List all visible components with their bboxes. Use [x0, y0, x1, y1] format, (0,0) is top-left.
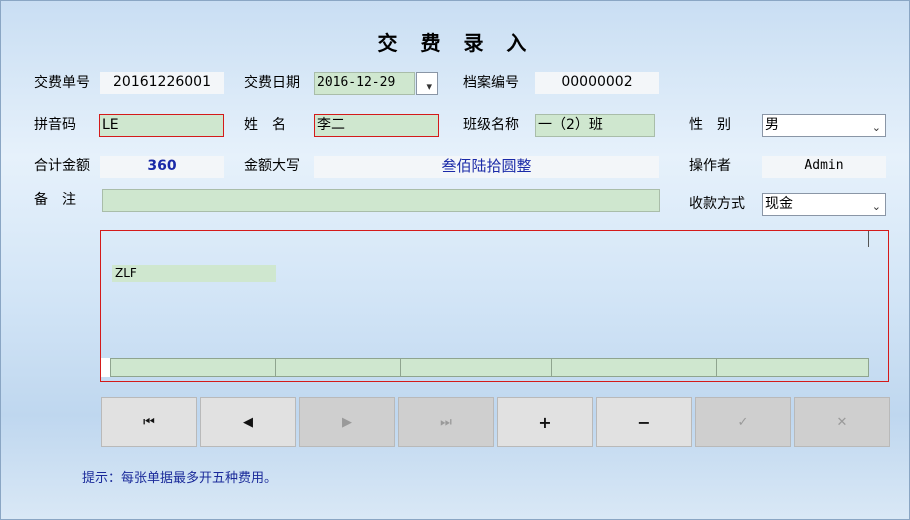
archive-no-label: 档案编号	[463, 75, 519, 91]
receipt-no-label: 交费单号	[34, 75, 90, 91]
cancel-icon: ✕	[836, 414, 848, 430]
first-icon: ⏮	[143, 414, 155, 430]
fee-code-editor[interactable]: ZLF	[112, 265, 276, 282]
grid-cell[interactable]	[275, 358, 401, 377]
class-field[interactable]: 一（2）班	[535, 114, 655, 137]
grid-cell[interactable]	[551, 358, 717, 377]
archive-no-field[interactable]: 00000002	[535, 72, 659, 94]
pay-method-label: 收款方式	[689, 196, 745, 212]
date-picker-button[interactable]: ▾	[416, 72, 438, 95]
chevron-down-icon: ⌄	[871, 200, 881, 213]
amount-upper-label: 金额大写	[244, 158, 300, 174]
amount-upper-field: 叁佰陆拾圆整	[314, 156, 659, 178]
operator-field: Admin	[762, 156, 886, 178]
confirm-button[interactable]: ✓	[695, 397, 791, 447]
remark-input[interactable]	[102, 189, 660, 212]
grid-cell[interactable]	[400, 358, 552, 377]
plus-icon: +	[538, 412, 552, 432]
cancel-button[interactable]: ✕	[794, 397, 890, 447]
first-record-button[interactable]: ⏮	[101, 397, 197, 447]
pay-date-label: 交费日期	[244, 75, 300, 91]
pay-date-field[interactable]: 2016-12-29	[314, 72, 415, 95]
grid-cell[interactable]	[110, 358, 276, 377]
form-title: 交 费 录 入	[377, 31, 535, 55]
fee-entry-window: 交 费 录 入 交费单号 20161226001 交费日期 2016-12-29…	[0, 0, 910, 520]
delete-record-button[interactable]: −	[596, 397, 692, 447]
chevron-down-icon: ▾	[426, 80, 432, 93]
prev-icon: ◀	[243, 414, 253, 430]
check-icon: ✓	[737, 414, 749, 430]
grid-scroll-marker	[868, 231, 869, 247]
name-label: 姓 名	[244, 117, 286, 133]
last-icon: ⏭	[440, 414, 452, 430]
total-amount: 360	[100, 156, 224, 178]
gender-label: 性 别	[689, 117, 731, 133]
receipt-no-field[interactable]: 20161226001	[100, 72, 224, 94]
prev-record-button[interactable]: ◀	[200, 397, 296, 447]
tip-text: 提示：每张单据最多开五种费用。	[82, 471, 278, 486]
next-record-button[interactable]: ▶	[299, 397, 395, 447]
remark-label: 备 注	[34, 192, 76, 208]
gender-select[interactable]: 男 ⌄	[762, 114, 886, 137]
last-record-button[interactable]: ⏭	[398, 397, 494, 447]
add-record-button[interactable]: +	[497, 397, 593, 447]
minus-icon: −	[637, 412, 651, 432]
operator-label: 操作者	[689, 158, 731, 174]
total-label: 合计金额	[34, 158, 90, 174]
gender-value: 男	[765, 117, 779, 133]
pinyin-label: 拼音码	[34, 117, 76, 133]
pinyin-input[interactable]: LE	[99, 114, 224, 137]
name-input[interactable]: 李二	[314, 114, 439, 137]
grid-cell[interactable]	[841, 358, 869, 377]
pay-method-value: 现金	[765, 196, 793, 212]
pay-method-select[interactable]: 现金 ⌄	[762, 193, 886, 216]
grid-cell[interactable]	[716, 358, 842, 377]
class-label: 班级名称	[463, 117, 519, 133]
chevron-down-icon: ⌄	[871, 121, 881, 134]
next-icon: ▶	[342, 414, 352, 430]
